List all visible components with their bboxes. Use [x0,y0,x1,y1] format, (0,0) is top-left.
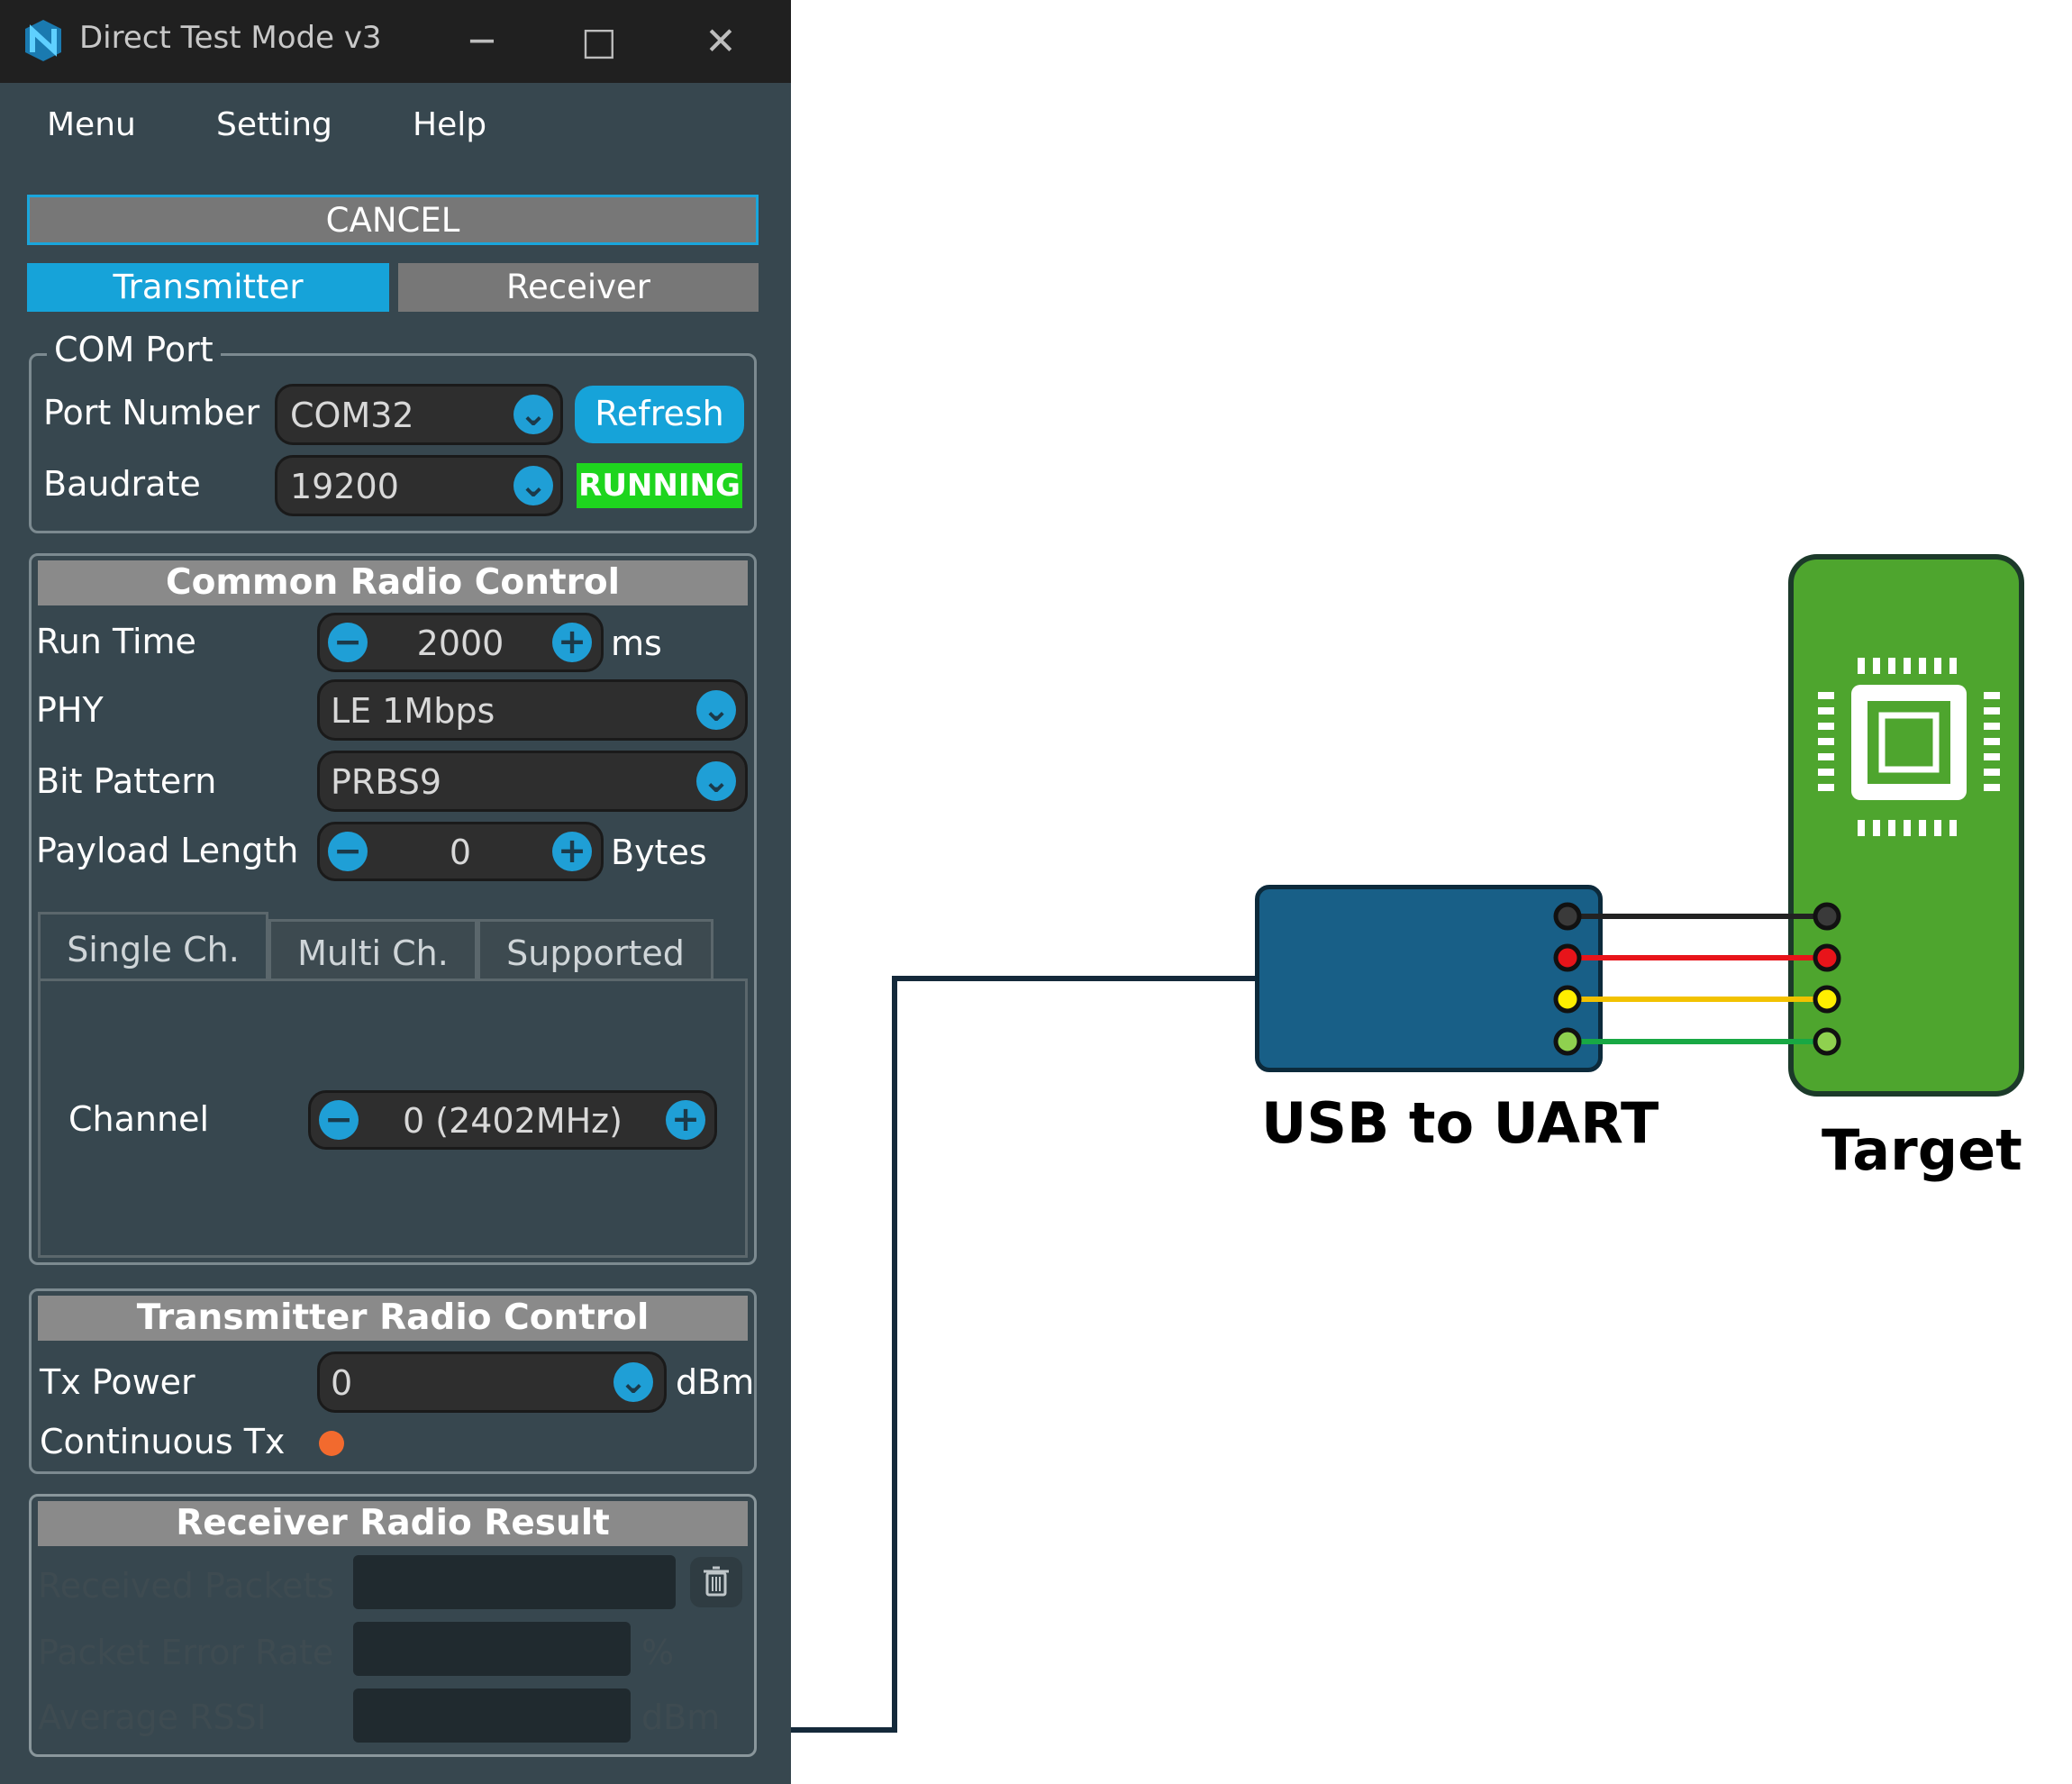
usb-to-uart-caption: USB to UART [1261,1090,1659,1156]
target-caption: Target [1822,1117,2022,1183]
header-pin [1553,985,1582,1014]
header-pin [1813,943,1841,972]
header-pin [1813,902,1841,931]
header-pin [1813,1027,1841,1056]
header-pin [1813,985,1841,1014]
header-pin [1553,902,1582,931]
chip-icon [1818,658,2000,836]
header-pin [1553,1027,1582,1056]
uart-wiring [1553,658,2000,1056]
header-pin [1553,943,1582,972]
